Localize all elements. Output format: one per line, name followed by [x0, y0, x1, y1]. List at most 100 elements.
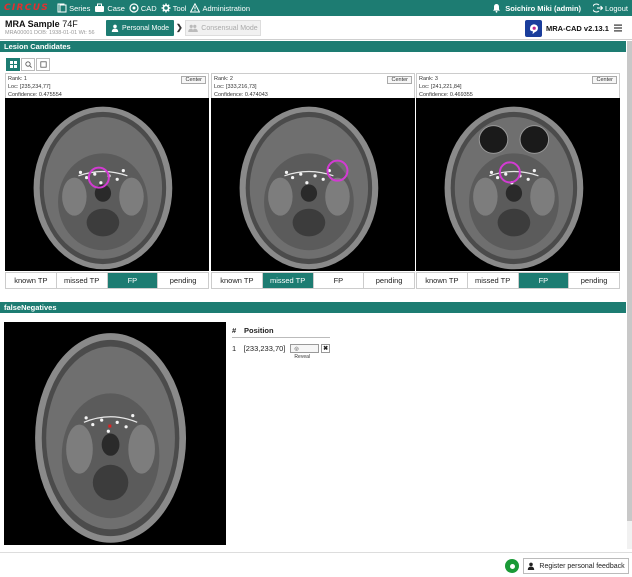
view-toggles	[6, 58, 51, 71]
false-negative-viewer[interactable]	[4, 322, 226, 545]
candidate-panel: Rank: 3 Loc: [241,221,84] Confidence: 0.46…	[416, 73, 620, 289]
register-feedback-label: Register personal feedback	[539, 562, 625, 570]
patient-age-sex: 74F	[62, 19, 78, 29]
series-icon	[57, 3, 67, 13]
candidate-rank: Rank: 2	[214, 75, 233, 82]
nav-right: Soichiro Miki (admin) Logout	[492, 3, 632, 13]
status-indicator	[505, 559, 519, 573]
false-negatives-table: # Position 1 [233,233,70] ◎ Reveal ✖	[232, 326, 330, 360]
candidate-loc: Loc: [333,216,73]	[214, 83, 257, 90]
fn-table-header: # Position	[232, 326, 330, 338]
feedback-pending-button[interactable]: pending	[158, 273, 208, 288]
eye-icon: ◎	[294, 345, 299, 352]
feedback-known-tp-button[interactable]: known TP	[6, 273, 57, 288]
candidate-rank: Rank: 1	[8, 75, 27, 82]
zoom-in-icon	[24, 61, 32, 68]
series-name: MRA Sample	[5, 19, 60, 29]
consensual-mode-button[interactable]: Consensual Mode	[185, 20, 261, 36]
grid-icon	[9, 61, 17, 68]
center-button[interactable]: Center	[387, 76, 412, 84]
reveal-label: Reveal	[294, 353, 310, 360]
nav-administration[interactable]: Administration	[190, 0, 250, 16]
user-menu[interactable]: Soichiro Miki (admin)	[492, 3, 581, 13]
candidate-info: Rank: 3 Loc: [241,221,84] Confidence: 0.46…	[416, 73, 620, 98]
candidate-viewer[interactable]	[5, 98, 209, 271]
false-negatives-header: falseNegatives	[0, 302, 626, 313]
logout-label: Logout	[605, 3, 628, 13]
users-icon	[188, 24, 199, 32]
feedback-fp-button[interactable]: FP	[313, 273, 365, 288]
feedback-known-tp-button[interactable]: known TP	[417, 273, 468, 288]
fn-table-row: 1 [233,233,70] ◎ Reveal ✖	[232, 341, 330, 360]
fn-col-position: Position	[244, 326, 274, 335]
feedback-pending-button[interactable]: pending	[364, 273, 414, 288]
hamburger-menu-icon[interactable]	[614, 24, 622, 32]
scrollbar-thumb[interactable]	[627, 41, 632, 521]
plugin-badge: MRA-CAD v2.13.1	[525, 20, 609, 37]
mra-cad-icon	[525, 20, 542, 37]
tool-icon	[161, 3, 171, 13]
zoom-out-icon	[39, 61, 47, 68]
feedback-fp-button[interactable]: FP	[518, 273, 570, 288]
center-button[interactable]: Center	[592, 76, 617, 84]
feedback-known-tp-button[interactable]: known TP	[212, 273, 263, 288]
series-title: MRA Sample 74F	[5, 19, 78, 29]
nav-administration-label: Administration	[202, 3, 251, 13]
nav-case-label: Case	[107, 3, 125, 13]
circus-logo[interactable]: CIRCUS	[4, 3, 49, 13]
feedback-button-group: known TP missed TP FP pending	[5, 272, 209, 289]
feedback-missed-tp-button[interactable]: missed TP	[467, 273, 519, 288]
feedback-fp-button[interactable]: FP	[107, 273, 159, 288]
close-icon: ✖	[323, 345, 329, 352]
user-icon	[111, 24, 119, 32]
candidate-viewer[interactable]	[416, 98, 620, 271]
app-root: CIRCUS Series Case CAD Tool Administrati…	[0, 0, 632, 577]
case-icon	[95, 3, 105, 12]
fn-col-number: #	[232, 326, 237, 335]
user-icon	[528, 562, 535, 570]
admin-icon	[190, 3, 201, 13]
feedback-missed-tp-button[interactable]: missed TP	[56, 273, 108, 288]
remove-button[interactable]: ✖	[321, 343, 330, 353]
patient-meta: MRA00001 DOB: 1938-01-01 Wt: 56	[5, 30, 95, 36]
case-header: MRA Sample 74F MRA00001 DOB: 1938-01-01 …	[0, 16, 632, 40]
reveal-button[interactable]: ◎ Reveal	[290, 343, 320, 360]
grid-view-toggle[interactable]	[6, 58, 20, 71]
personal-mode-label: Personal Mode	[121, 24, 170, 32]
candidate-rank: Rank: 3	[419, 75, 438, 82]
candidate-loc: Loc: [241,221,84]	[419, 83, 462, 90]
logout-icon	[593, 3, 604, 13]
bell-icon	[493, 4, 501, 13]
nav-tool-label: Tool	[172, 3, 187, 13]
feedback-missed-tp-button[interactable]: missed TP	[262, 273, 314, 288]
top-navbar: CIRCUS Series Case CAD Tool Administrati…	[0, 0, 632, 16]
fn-row-number: 1	[232, 343, 237, 353]
register-feedback-button[interactable]: Register personal feedback	[523, 558, 629, 574]
candidate-viewer[interactable]	[211, 98, 415, 271]
nav-series[interactable]: Series	[57, 0, 90, 16]
nav-series-label: Series	[69, 3, 91, 13]
false-negative-marker	[108, 424, 112, 428]
logout-button[interactable]: Logout	[593, 3, 628, 13]
nav-cad-label: CAD	[140, 3, 157, 13]
nav-tool[interactable]: Tool	[161, 0, 187, 16]
candidate-panel: Rank: 1 Loc: [235,234,77] Confidence: 0.47…	[5, 73, 209, 289]
center-button[interactable]: Center	[181, 76, 206, 84]
candidate-info: Rank: 1 Loc: [235,234,77] Confidence: 0.47…	[5, 73, 209, 98]
feedback-pending-button[interactable]: pending	[569, 273, 619, 288]
user-name: Soichiro Miki (admin)	[505, 3, 582, 13]
nav-case[interactable]: Case	[94, 0, 125, 16]
page-scrollbar[interactable]	[627, 41, 632, 549]
cad-icon	[129, 3, 139, 13]
personal-mode-button[interactable]: Personal Mode	[106, 20, 174, 36]
consensual-mode-label: Consensual Mode	[201, 24, 258, 32]
footer-bar: Register personal feedback	[0, 552, 632, 577]
candidate-panel: Rank: 2 Loc: [333,216,73] Confidence: 0.47…	[211, 73, 415, 289]
nav-cad[interactable]: CAD	[129, 0, 157, 16]
zoom-in-toggle[interactable]	[21, 58, 35, 71]
candidate-loc: Loc: [235,234,77]	[8, 83, 51, 90]
feedback-button-group: known TP missed TP FP pending	[211, 272, 415, 289]
lesion-candidates-header: Lesion Candidates	[0, 41, 626, 52]
candidate-confidence: Confidence: 0.475554	[8, 91, 62, 98]
zoom-out-toggle[interactable]	[36, 58, 50, 71]
